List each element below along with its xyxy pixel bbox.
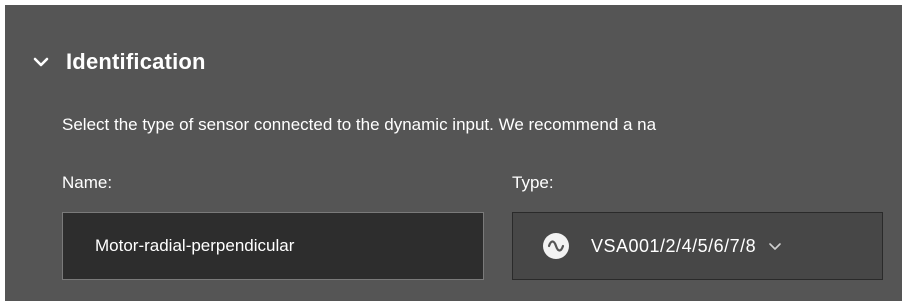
- type-label: Type:: [512, 173, 554, 192]
- section-description: Select the type of sensor connected to t…: [62, 115, 657, 134]
- section-title: Identification: [66, 49, 206, 74]
- name-label: Name:: [62, 173, 113, 192]
- identification-panel: Identification Select the type of sensor…: [5, 5, 902, 301]
- identification-section-header[interactable]: Identification: [30, 45, 206, 79]
- name-input[interactable]: [62, 212, 484, 280]
- chevron-down-icon[interactable]: [30, 51, 52, 73]
- chevron-down-icon[interactable]: [768, 242, 782, 251]
- sine-wave-icon: [543, 233, 569, 259]
- type-value: VSA001/2/4/5/6/7/8: [591, 235, 757, 256]
- type-select[interactable]: VSA001/2/4/5/6/7/8: [512, 212, 883, 280]
